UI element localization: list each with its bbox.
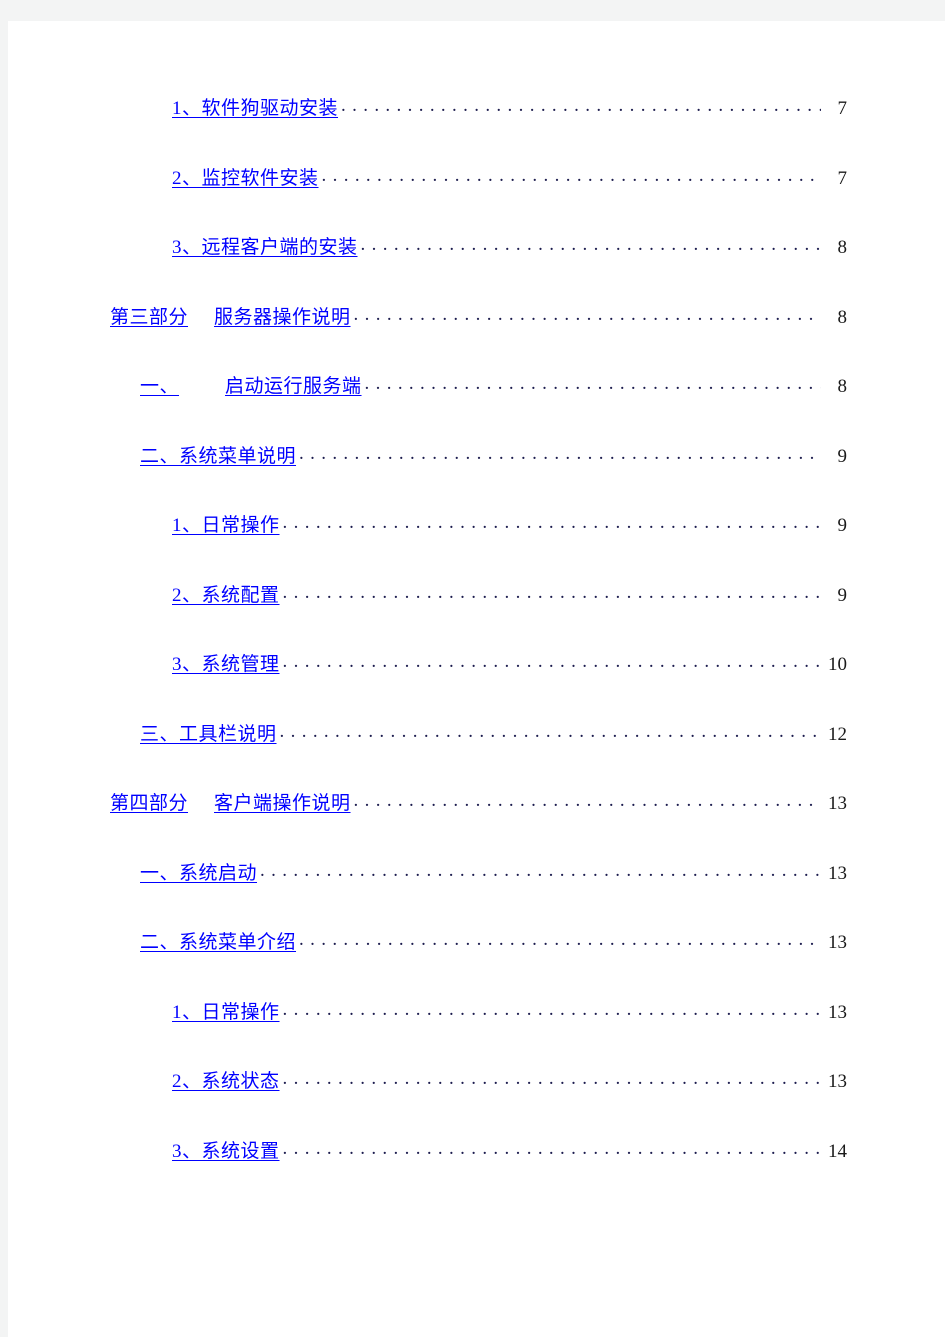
toc-entry-label: 2、系统状态: [172, 1071, 280, 1092]
toc-entry-link[interactable]: 第三部分 服务器操作说明: [110, 308, 351, 327]
toc-entry-link[interactable]: 1、软件狗驱动安装: [172, 99, 338, 118]
toc-page-number: 8: [837, 306, 848, 328]
toc-entry-label: 2、系统配置: [172, 584, 280, 606]
toc-entry-link[interactable]: 2、监控软件安装: [172, 169, 319, 188]
toc-dot-leader: [299, 929, 821, 948]
toc-dot-leader: [283, 999, 821, 1018]
toc-dot-leader: [283, 1138, 821, 1157]
toc-entry-link[interactable]: 3、远程客户端的安装: [172, 238, 358, 257]
toc-entry-link[interactable]: 3、系统设置: [172, 1142, 280, 1161]
table-of-contents: 1、软件狗驱动安装 7 2、监控软件安装 7 3、远程客户端的安装 8 第三部分 服务器操作说…: [102, 95, 847, 1207]
toc-page-number: 13: [828, 1071, 847, 1092]
toc-entry-label: 1、日常操作: [172, 1001, 280, 1023]
toc-dot-leader: [283, 1068, 821, 1087]
toc-entry[interactable]: 2、监控软件安装 7: [102, 165, 847, 235]
toc-page-number: 7: [837, 167, 848, 189]
toc-entry[interactable]: 一、系统启动 13: [102, 860, 847, 930]
toc-page-number: 8: [837, 237, 848, 258]
toc-page-number: 13: [828, 1001, 847, 1023]
toc-dot-leader: [322, 165, 821, 184]
toc-entry[interactable]: 二、系统菜单介绍 13: [102, 929, 847, 999]
toc-entry-link[interactable]: 二、系统菜单说明: [140, 447, 296, 466]
toc-entry-label: 三、工具栏说明: [140, 723, 277, 745]
toc-page-number: 8: [837, 376, 848, 397]
toc-dot-leader: [361, 234, 821, 253]
toc-dot-leader: [354, 790, 821, 809]
toc-page-number: 13: [828, 862, 847, 884]
toc-dot-leader: [283, 582, 821, 601]
toc-entry-link[interactable]: 一、系统启动: [140, 864, 257, 883]
toc-entry-link[interactable]: 三、工具栏说明: [140, 725, 277, 744]
toc-entry-link[interactable]: 2、系统状态: [172, 1072, 280, 1091]
document-page: 1、软件狗驱动安装 7 2、监控软件安装 7 3、远程客户端的安装 8 第三部分 服务器操作说…: [8, 21, 945, 1337]
toc-entry[interactable]: 二、系统菜单说明 9: [102, 443, 847, 513]
toc-page-number: 9: [837, 445, 848, 467]
toc-dot-leader: [283, 651, 821, 670]
toc-entry-label: 1、软件狗驱动安装: [172, 98, 339, 119]
toc-entry-label: 3、远程客户端的安装: [172, 237, 358, 258]
toc-page-number: 14: [828, 1140, 847, 1162]
toc-dot-leader: [260, 860, 821, 879]
toc-entry-link[interactable]: 3、系统管理: [172, 655, 280, 674]
toc-entry[interactable]: 2、系统配置 9: [102, 582, 847, 652]
toc-entry[interactable]: 一、 启动运行服务端 8: [102, 373, 847, 443]
toc-entry-label: 客户端操作说明: [214, 793, 351, 814]
toc-page-number: 13: [828, 932, 847, 953]
toc-dot-leader: [354, 304, 821, 323]
toc-entry-label: 一、系统启动: [140, 862, 258, 884]
toc-entry-prefix: 第四部分: [110, 793, 189, 814]
toc-entry[interactable]: 1、软件狗驱动安装 7: [102, 95, 847, 165]
toc-entry-prefix: 第三部分: [110, 306, 189, 328]
toc-page-number: 12: [828, 723, 847, 745]
toc-dot-leader: [280, 721, 821, 740]
toc-dot-leader: [283, 512, 821, 531]
toc-page-number: 9: [837, 584, 848, 606]
toc-entry-link[interactable]: 一、 启动运行服务端: [140, 377, 362, 396]
toc-entry-label: 3、系统管理: [172, 654, 280, 675]
toc-dot-leader: [341, 95, 821, 114]
toc-entry[interactable]: 1、日常操作 13: [102, 999, 847, 1069]
toc-entry-prefix: 一、: [140, 376, 180, 397]
toc-entry[interactable]: 1、日常操作 9: [102, 512, 847, 582]
toc-dot-leader: [365, 373, 821, 392]
toc-entry[interactable]: 三、工具栏说明 12: [102, 721, 847, 791]
toc-entry-link[interactable]: 1、日常操作: [172, 1003, 280, 1022]
toc-entry-label: 1、日常操作: [172, 515, 280, 536]
toc-dot-leader: [299, 443, 821, 462]
toc-entry-label: 3、系统设置: [172, 1140, 280, 1162]
toc-page-number: 9: [837, 515, 848, 536]
toc-entry-label: 启动运行服务端: [225, 376, 362, 397]
toc-entry[interactable]: 2、系统状态 13: [102, 1068, 847, 1138]
toc-entry[interactable]: 3、系统管理 10: [102, 651, 847, 721]
toc-entry[interactable]: 第三部分 服务器操作说明 8: [102, 304, 847, 374]
toc-page-number: 7: [837, 98, 848, 119]
toc-entry-link[interactable]: 第四部分 客户端操作说明: [110, 794, 351, 813]
toc-entry-link[interactable]: 1、日常操作: [172, 516, 280, 535]
toc-entry-link[interactable]: 二、系统菜单介绍: [140, 933, 296, 952]
toc-entry-label: 二、系统菜单说明: [140, 445, 297, 467]
toc-entry[interactable]: 第四部分 客户端操作说明 13: [102, 790, 847, 860]
toc-entry[interactable]: 3、远程客户端的安装 8: [102, 234, 847, 304]
toc-entry-label: 2、监控软件安装: [172, 167, 319, 189]
toc-entry-label: 二、系统菜单介绍: [140, 932, 297, 953]
toc-page-number: 10: [828, 654, 847, 675]
toc-page-number: 13: [828, 793, 847, 814]
toc-entry[interactable]: 3、系统设置 14: [102, 1138, 847, 1208]
toc-entry-label: 服务器操作说明: [214, 306, 351, 328]
toc-entry-link[interactable]: 2、系统配置: [172, 586, 280, 605]
